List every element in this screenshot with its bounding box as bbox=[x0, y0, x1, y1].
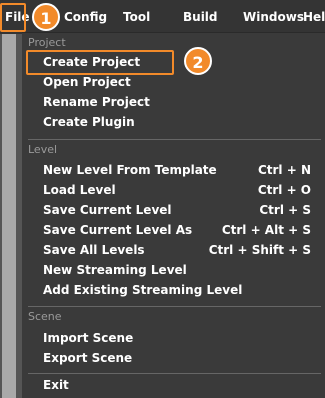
menu-item-create-project[interactable]: Create Project bbox=[43, 52, 140, 72]
shortcut-save-current-level-as: Ctrl + Alt + S bbox=[221, 223, 311, 237]
shortcut-save-current-level: Ctrl + S bbox=[259, 203, 311, 217]
menu-build[interactable]: Build bbox=[183, 0, 218, 34]
menu-item-open-project[interactable]: Open Project bbox=[43, 72, 131, 92]
shortcut-save-all-levels: Ctrl + Shift + S bbox=[208, 243, 311, 257]
shortcut-load-level: Ctrl + O bbox=[257, 183, 311, 197]
menu-item-new-streaming-level[interactable]: New Streaming Level bbox=[43, 260, 187, 280]
separator bbox=[28, 306, 321, 307]
menu-item-save-all-levels[interactable]: Save All Levels bbox=[43, 240, 145, 260]
menu-config[interactable]: Config bbox=[64, 0, 107, 34]
menu-help[interactable]: Help bbox=[303, 0, 325, 34]
step-badge-2: 2 bbox=[184, 47, 212, 75]
separator bbox=[28, 373, 321, 374]
file-menu-highlight bbox=[0, 3, 26, 32]
menu-item-export-scene[interactable]: Export Scene bbox=[43, 348, 132, 368]
menu-item-save-current-level[interactable]: Save Current Level bbox=[43, 200, 172, 220]
step-badge-1: 1 bbox=[32, 3, 60, 31]
left-strip-inner bbox=[2, 32, 16, 398]
section-label-project: Project bbox=[28, 36, 66, 49]
separator bbox=[28, 139, 321, 140]
menu-item-rename-project[interactable]: Rename Project bbox=[43, 92, 150, 112]
menu-item-load-level[interactable]: Load Level bbox=[43, 180, 116, 200]
menu-item-save-current-level-as[interactable]: Save Current Level As bbox=[43, 220, 192, 240]
menu-tool[interactable]: Tool bbox=[123, 0, 150, 34]
menu-item-add-existing-streaming-level[interactable]: Add Existing Streaming Level bbox=[43, 280, 242, 300]
section-label-level: Level bbox=[28, 143, 58, 156]
menu-item-create-plugin[interactable]: Create Plugin bbox=[43, 112, 135, 132]
menu-item-new-level-from-template[interactable]: New Level From Template bbox=[43, 160, 217, 180]
menu-item-exit[interactable]: Exit bbox=[43, 375, 69, 395]
left-strip bbox=[0, 0, 22, 398]
menu-windows[interactable]: Windows bbox=[243, 0, 304, 34]
menu-item-import-scene[interactable]: Import Scene bbox=[43, 328, 133, 348]
shortcut-new-level: Ctrl + N bbox=[257, 163, 311, 177]
section-label-scene: Scene bbox=[28, 310, 62, 323]
